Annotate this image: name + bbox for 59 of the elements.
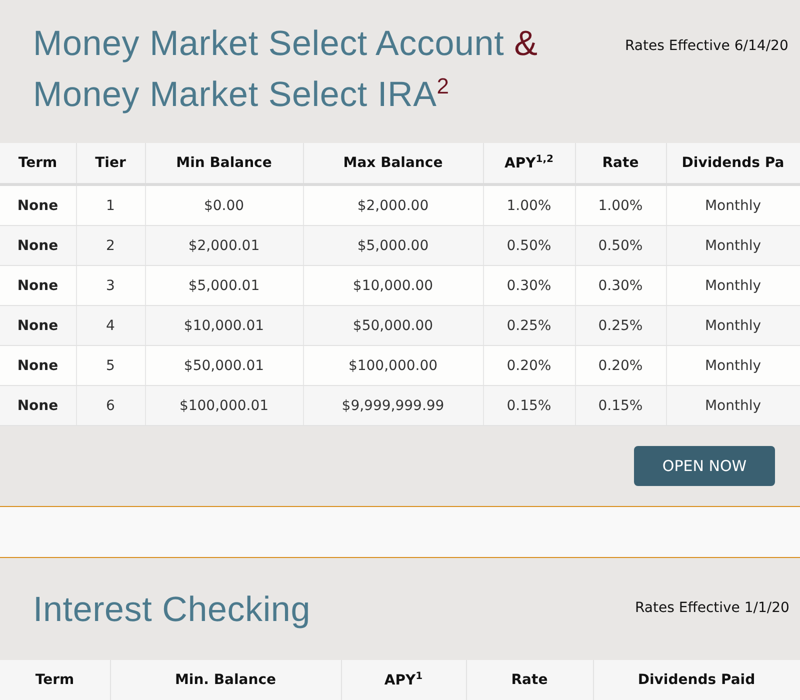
table-cell: $9,999,999.99	[303, 386, 483, 426]
table-cell: 0.20%	[575, 346, 666, 386]
table-cell: 0.15%	[575, 386, 666, 426]
table-cell: $50,000.00	[303, 306, 483, 346]
table-cell: 0.30%	[483, 266, 575, 306]
section-title: Money Market Select Account & Money Market Select IRA$^{2}$	[33, 23, 538, 116]
table-cell: 0.20%	[483, 346, 575, 386]
table-cell: $10,000.00	[303, 266, 483, 306]
table-cell: 0.25%	[483, 306, 575, 346]
table-cell: 0.50%	[575, 226, 666, 266]
table-cell: $5,000.00	[303, 226, 483, 266]
table-cell: Monthly	[666, 386, 800, 426]
table-cell: None	[0, 386, 76, 426]
column-header: Tier	[76, 143, 145, 184]
column-header: APY$^{1}$	[341, 660, 466, 700]
table-cell: Monthly	[666, 346, 800, 386]
column-header: Min. Balance	[110, 660, 341, 700]
table-cell: $10,000.01	[145, 306, 303, 346]
column-header: Rate	[466, 660, 593, 700]
table-cell: None	[0, 184, 76, 226]
table-cell: $100,000.01	[145, 386, 303, 426]
table-cell: 2	[76, 226, 145, 266]
column-header: Term	[0, 143, 76, 184]
table-cell: Monthly	[666, 184, 800, 226]
section-title: Interest Checking	[33, 589, 310, 631]
table-cell: $100,000.00	[303, 346, 483, 386]
table-cell: $2,000.01	[145, 226, 303, 266]
column-header: Max Balance	[303, 143, 483, 184]
table-cell: $0.00	[145, 184, 303, 226]
table-cell: Monthly	[666, 266, 800, 306]
table-cell: None	[0, 346, 76, 386]
table-cell: 0.30%	[575, 266, 666, 306]
column-header: Term	[0, 660, 110, 700]
table-cell: 0.50%	[483, 226, 575, 266]
table-cell: $50,000.01	[145, 346, 303, 386]
column-header: Min Balance	[145, 143, 303, 184]
table-cell: 5	[76, 346, 145, 386]
table-cell: 6	[76, 386, 145, 426]
table-cell: 0.15%	[483, 386, 575, 426]
table-cell: None	[0, 306, 76, 346]
table-cell: 3	[76, 266, 145, 306]
table-cell: 4	[76, 306, 145, 346]
column-header: Rate	[575, 143, 666, 184]
table-cell: Monthly	[666, 306, 800, 346]
table-cell: None	[0, 266, 76, 306]
open-now-button[interactable]: OPEN NOW	[634, 446, 775, 486]
rates-effective-date: Rates Effective 6/14/20	[625, 38, 790, 54]
table-cell: $5,000.01	[145, 266, 303, 306]
table-cell: 1	[76, 184, 145, 226]
column-header: Dividends Pa	[666, 143, 800, 184]
rates-effective-date: Rates Effective 1/1/20	[635, 600, 790, 616]
table-cell: 1.00%	[575, 184, 666, 226]
table-cell: 1.00%	[483, 184, 575, 226]
table-cell: $2,000.00	[303, 184, 483, 226]
table-cell: 0.25%	[575, 306, 666, 346]
table-cell: Monthly	[666, 226, 800, 266]
table-cell: None	[0, 226, 76, 266]
column-header: Dividends Paid	[593, 660, 800, 700]
column-header: APY$^{1,2}$	[483, 143, 575, 184]
